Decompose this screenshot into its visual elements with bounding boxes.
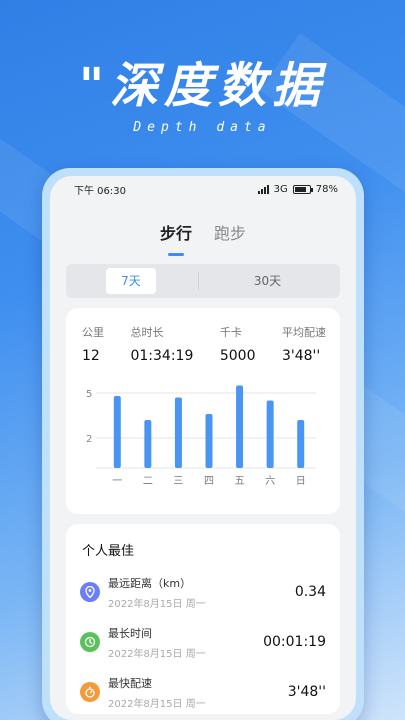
promo-title: "深度数据 (78, 58, 326, 114)
best-row-duration[interactable]: 最长时间 2022年8月15日 周一 00:01:19 (66, 617, 340, 667)
activity-tabs: 步行 跑步 (50, 220, 356, 256)
stat-label: 平均配速 (281, 326, 326, 339)
bar-5 (236, 385, 244, 468)
x-tick-label: 二 (143, 476, 153, 487)
bar-7 (297, 420, 305, 468)
segment-30-days[interactable]: 30天 (199, 268, 336, 294)
x-tick-label: 四 (204, 476, 214, 487)
period-selector: 7天 30天 (66, 264, 340, 298)
stat-value: 3'48'' (281, 348, 321, 364)
stat-value: 01:34:19 (130, 348, 194, 364)
battery-icon (292, 184, 313, 194)
speed-icon (80, 682, 100, 702)
status-bar: 下午 06:30 3G 78% (50, 176, 356, 202)
stats-row: 公里 12 总时长 01:34:19 千卡 5000 平均配速 3'48'' (66, 308, 340, 364)
network-type: 3G (273, 183, 288, 195)
stat-value: 5000 (219, 348, 256, 364)
bar-1 (113, 396, 121, 468)
personal-best-card: 个人最佳 最远距离（km） 2022年8月15日 周一 0.34 最长时间 20… (66, 524, 340, 714)
x-tick-label: 五 (235, 476, 245, 487)
stat-calories: 千卡 5000 (220, 324, 256, 364)
best-name: 最长时间 (108, 626, 152, 640)
stat-pace: 平均配速 3'48'' (282, 324, 326, 364)
y-tick-label: 2 (86, 434, 92, 445)
bar-6 (266, 400, 274, 468)
personal-best-title: 个人最佳 (82, 544, 135, 559)
bar-chart: 5 2 一 二 三 四 五 六 日 (86, 385, 316, 487)
x-tick-label: 三 (173, 476, 183, 487)
signal-icon (257, 184, 269, 194)
best-date: 2022年8月15日 周一 (108, 648, 206, 660)
tab-running[interactable]: 跑步 (214, 220, 246, 250)
best-value: 00:01:19 (263, 634, 326, 650)
x-tick-label: 六 (265, 475, 275, 487)
stat-label: 公里 (82, 326, 104, 339)
status-time: 下午 06:30 (74, 185, 126, 197)
best-row-pace[interactable]: 最快配速 2022年8月15日 周一 3'48'' (66, 667, 340, 717)
tab-walking[interactable]: 步行 (160, 220, 192, 256)
stat-label: 总时长 (130, 326, 164, 339)
weekly-chart: 5 2 一 二 三 四 五 六 日 (66, 364, 340, 514)
best-date: 2022年8月15日 周一 (108, 598, 206, 610)
summary-card: 公里 12 总时长 01:34:19 千卡 5000 平均配速 3'48'' 5… (66, 308, 340, 514)
x-tick-label: 一 (112, 476, 122, 487)
best-value: 3'48'' (287, 684, 326, 700)
stat-value: 12 (82, 348, 100, 364)
best-name: 最快配速 (108, 676, 152, 690)
battery-level: 78% (315, 183, 338, 195)
best-date: 2022年8月15日 周一 (108, 698, 206, 710)
stat-duration: 总时长 01:34:19 (130, 324, 193, 364)
phone-frame: 下午 06:30 3G 78% 步行 跑步 7天 30天 公里 12 总时长 0… (42, 168, 364, 720)
bar-4 (205, 414, 213, 468)
best-value: 0.34 (294, 584, 326, 600)
best-name: 最远距离（km） (108, 576, 192, 590)
promo-subtitle: Depth data (133, 120, 272, 135)
bar-2 (144, 420, 152, 468)
clock-icon (80, 632, 100, 652)
segment-7-days[interactable]: 7天 (106, 268, 156, 294)
best-row-distance[interactable]: 最远距离（km） 2022年8月15日 周一 0.34 (66, 567, 340, 617)
x-tick-label: 日 (296, 476, 306, 487)
app-screen: 下午 06:30 3G 78% 步行 跑步 7天 30天 公里 12 总时长 0… (50, 176, 356, 720)
stat-distance: 公里 12 (82, 324, 104, 364)
stat-label: 千卡 (219, 326, 242, 339)
bar-3 (174, 397, 182, 468)
y-tick-label: 5 (86, 389, 92, 400)
location-pin-icon (80, 582, 100, 602)
